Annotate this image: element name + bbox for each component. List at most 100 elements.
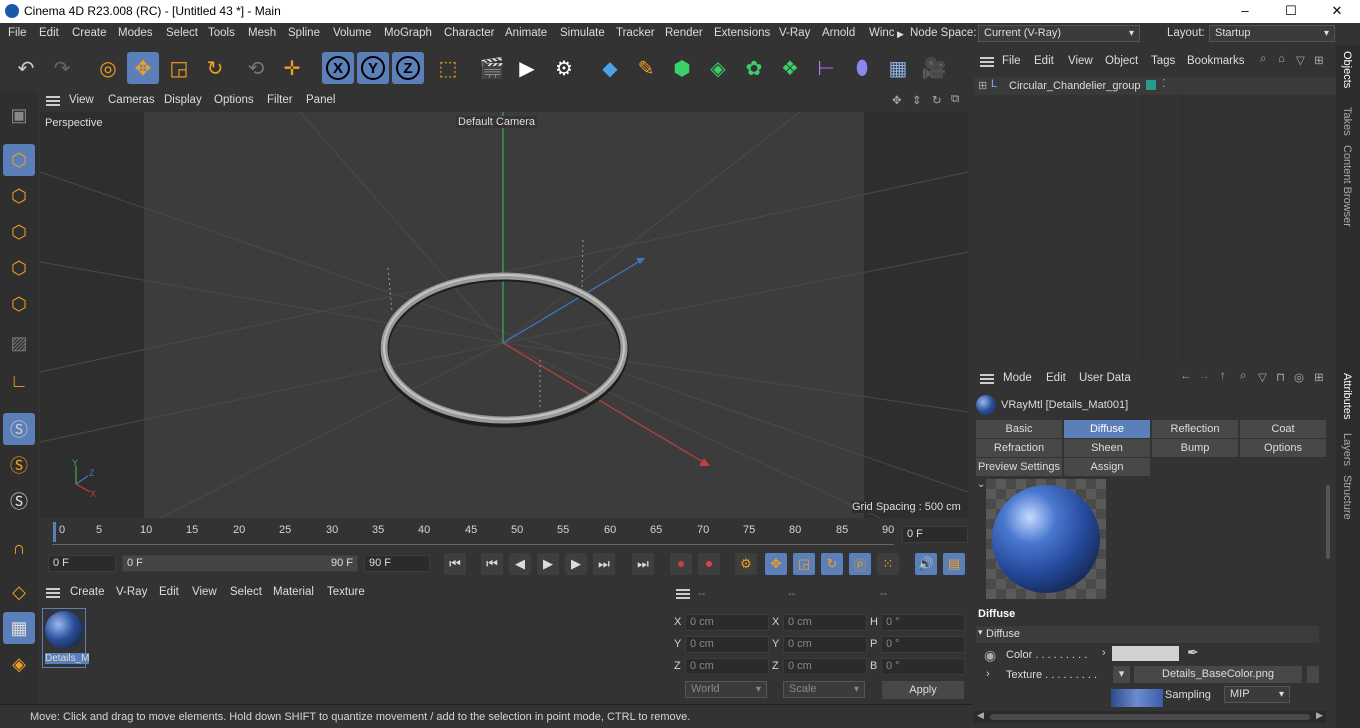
viewport-menu-options[interactable]: Options: [214, 94, 254, 106]
rotate-tool-icon[interactable]: ↻: [199, 52, 231, 84]
attributes-menu-icon[interactable]: [980, 374, 994, 384]
scroll-left-icon[interactable]: ◀: [977, 710, 984, 721]
active-camera-label[interactable]: Default Camera: [456, 116, 538, 128]
menu-character[interactable]: Character: [444, 27, 495, 39]
forward-arrow-icon[interactable]: →: [1198, 370, 1210, 382]
texture-mode-icon[interactable]: ⬡: [3, 180, 35, 212]
tab-layers[interactable]: Layers: [1341, 433, 1353, 466]
viewport-menu-cameras[interactable]: Cameras: [108, 94, 155, 106]
size-y-field[interactable]: 0 cm: [783, 636, 867, 653]
tab-attributes[interactable]: Attributes: [1341, 373, 1353, 419]
mat-menu-select[interactable]: Select: [230, 586, 262, 598]
axis-mode-icon[interactable]: ∟: [3, 365, 35, 397]
obj-menu-view[interactable]: View: [1068, 55, 1093, 67]
obj-menu-edit[interactable]: Edit: [1034, 55, 1054, 67]
current-frame-field[interactable]: 0 F: [902, 526, 968, 543]
next-key-icon[interactable]: ⏭: [593, 553, 615, 575]
transform-tool-icon[interactable]: ✛: [276, 52, 308, 84]
tab-preview-settings[interactable]: Preview Settings: [976, 458, 1062, 476]
previous-key-icon[interactable]: ⏮: [481, 553, 503, 575]
expand-icon[interactable]: ⊞: [978, 79, 987, 92]
viewport-zoom-icon[interactable]: ⇕: [912, 93, 922, 107]
field-icon[interactable]: ⬮: [846, 52, 878, 84]
extrude-icon[interactable]: ◈: [702, 52, 734, 84]
tab-sheen[interactable]: Sheen: [1064, 439, 1150, 457]
mat-menu-texture[interactable]: Texture: [327, 586, 365, 598]
menu-animate[interactable]: Animate: [505, 27, 547, 39]
material-swatch[interactable]: Details_M: [42, 608, 90, 668]
tab-bump[interactable]: Bump: [1152, 439, 1238, 457]
animate-color-icon[interactable]: ◉: [984, 647, 996, 664]
camera-icon[interactable]: 🎥: [918, 52, 950, 84]
scroll-right-icon[interactable]: ▶: [1316, 710, 1323, 721]
menu-simulate[interactable]: Simulate: [560, 27, 605, 39]
mat-menu-vray[interactable]: V-Ray: [116, 586, 147, 598]
scale-tool-icon[interactable]: ◲: [163, 52, 195, 84]
position-z-field[interactable]: 0 cm: [685, 658, 769, 675]
render-view-icon[interactable]: 🎬: [476, 52, 508, 84]
minimize-button[interactable]: –: [1222, 0, 1268, 23]
go-to-start-icon[interactable]: ⏮: [444, 553, 466, 575]
uv-mode-icon[interactable]: ▨: [3, 327, 35, 359]
obj-menu-object[interactable]: Object: [1105, 55, 1138, 67]
back-arrow-icon[interactable]: ←: [1180, 370, 1192, 382]
position-y-field[interactable]: 0 cm: [685, 636, 769, 653]
workplane-lock-icon[interactable]: ▦: [3, 612, 35, 644]
position-x-field[interactable]: 0 cm: [685, 614, 769, 631]
size-x-field[interactable]: 0 cm: [783, 614, 867, 631]
tab-assign[interactable]: Assign: [1064, 458, 1150, 476]
up-arrow-icon[interactable]: ↑: [1220, 370, 1226, 382]
snap-settings-icon[interactable]: Ⓢ: [3, 449, 35, 481]
coord-scale-dropdown[interactable]: Scale: [783, 681, 865, 698]
live-selection-icon[interactable]: ◎: [92, 52, 124, 84]
tab-content-browser[interactable]: Content Browser: [1341, 145, 1353, 227]
timeline-playhead[interactable]: [53, 522, 56, 542]
render-settings-icon[interactable]: ⚙: [548, 52, 580, 84]
end-frame-field[interactable]: 90 F: [364, 555, 430, 572]
cube-icon[interactable]: ◆: [594, 52, 626, 84]
viewport-menu-filter[interactable]: Filter: [267, 94, 293, 106]
scroll-thumb[interactable]: [990, 714, 1310, 720]
objects-menu-icon[interactable]: [980, 57, 994, 67]
mat-menu-create[interactable]: Create: [70, 586, 105, 598]
menu-render[interactable]: Render: [665, 27, 703, 39]
color-expand-icon[interactable]: ›: [1102, 647, 1106, 659]
menu-tools[interactable]: Tools: [208, 27, 235, 39]
viewport-move-icon[interactable]: ✥: [892, 93, 902, 107]
coordinate-system-icon[interactable]: ⬚: [432, 52, 464, 84]
menu-tracker[interactable]: Tracker: [616, 27, 655, 39]
objects-filter-icon[interactable]: ▽: [1296, 53, 1305, 67]
objects-new-window-icon[interactable]: ⊞: [1314, 53, 1324, 67]
tab-coat[interactable]: Coat: [1240, 420, 1326, 438]
menu-volume[interactable]: Volume: [333, 27, 371, 39]
workplane-icon[interactable]: ◇: [3, 576, 35, 608]
next-frame-icon[interactable]: ▶: [565, 553, 587, 575]
coords-menu-icon[interactable]: [676, 589, 690, 599]
viewport-maximize-icon[interactable]: ⧉: [951, 93, 959, 106]
floor-icon[interactable]: ▦: [882, 52, 914, 84]
menu-select[interactable]: Select: [166, 27, 198, 39]
keyframe-selection-icon[interactable]: ⚙: [735, 553, 757, 575]
key-scale-icon[interactable]: ◲: [793, 553, 815, 575]
tab-refraction[interactable]: Refraction: [976, 439, 1062, 457]
attr-search-icon[interactable]: ⌕: [1240, 370, 1246, 383]
viewport-rotate-icon[interactable]: ↻: [932, 93, 942, 107]
obj-menu-bookmarks[interactable]: Bookmarks: [1187, 55, 1245, 67]
quantize-icon[interactable]: Ⓢ: [3, 485, 35, 517]
frame-range-slider[interactable]: 0 F 90 F: [122, 555, 358, 572]
objects-home-icon[interactable]: ⌂: [1278, 53, 1285, 65]
recent-tools-icon[interactable]: ⟲: [240, 52, 272, 84]
attr-menu-mode[interactable]: Mode: [1003, 372, 1032, 384]
maximize-button[interactable]: ☐: [1268, 0, 1314, 23]
menu-create[interactable]: Create: [72, 27, 107, 39]
mat-menu-edit[interactable]: Edit: [159, 586, 179, 598]
menu-edit[interactable]: Edit: [39, 27, 59, 39]
make-editable-icon[interactable]: ▣: [3, 99, 35, 131]
color-picker-icon[interactable]: ✒: [1187, 644, 1199, 661]
autokey-icon[interactable]: ⏺: [698, 553, 720, 575]
attr-target-icon[interactable]: ◎: [1294, 370, 1304, 384]
menu-extensions[interactable]: Extensions: [714, 27, 770, 39]
menu-mesh[interactable]: Mesh: [248, 27, 276, 39]
z-axis-lock-button[interactable]: Z: [392, 52, 424, 84]
diffuse-group-header[interactable]: Diffuse ▾: [976, 626, 1319, 643]
